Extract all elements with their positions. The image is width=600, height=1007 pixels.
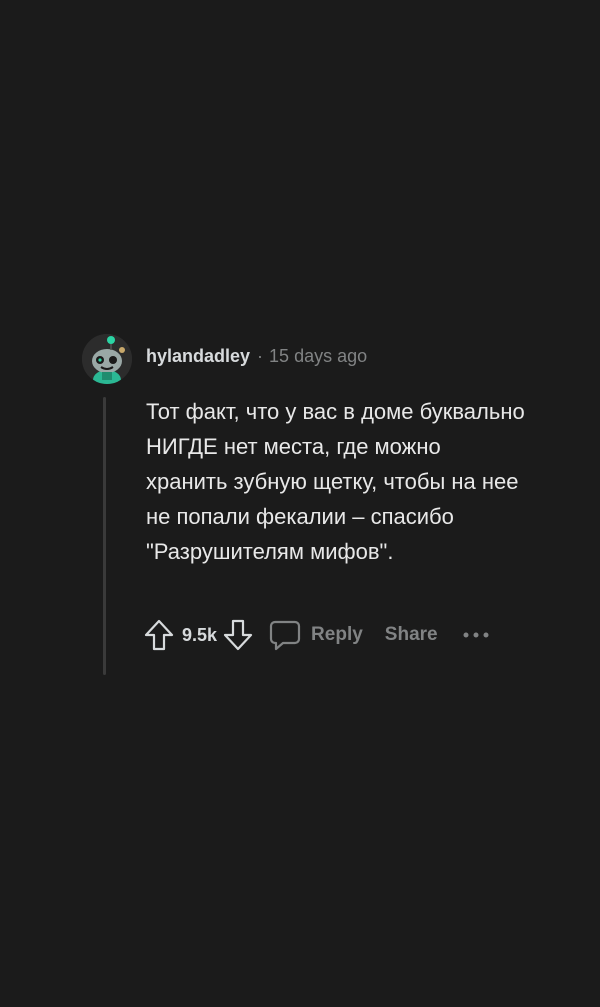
- comment-actions: 9.5k Reply Share: [142, 618, 490, 652]
- comment-header: hylandadley · 15 days ago: [146, 346, 367, 367]
- username[interactable]: hylandadley: [146, 346, 250, 367]
- upvote-button[interactable]: [142, 618, 176, 652]
- avatar[interactable]: [82, 334, 132, 384]
- share-button[interactable]: Share: [385, 624, 438, 646]
- timestamp: 15 days ago: [269, 346, 368, 366]
- more-options-button[interactable]: [462, 631, 490, 639]
- reply-button[interactable]: Reply: [269, 619, 363, 651]
- more-options-icon: [463, 632, 489, 638]
- thread-line[interactable]: [103, 397, 106, 675]
- speech-bubble-icon: [269, 620, 301, 651]
- vote-count: 9.5k: [182, 624, 218, 645]
- downvote-arrow-icon: [223, 619, 253, 651]
- comment-body: Тот факт, что у вас в доме буквально НИГ…: [146, 399, 525, 564]
- upvote-arrow-icon: [144, 619, 174, 651]
- reply-label: Reply: [311, 624, 363, 645]
- snoo-avatar-icon: [82, 334, 132, 384]
- separator-dot: ·: [257, 346, 264, 366]
- downvote-button[interactable]: [221, 618, 255, 652]
